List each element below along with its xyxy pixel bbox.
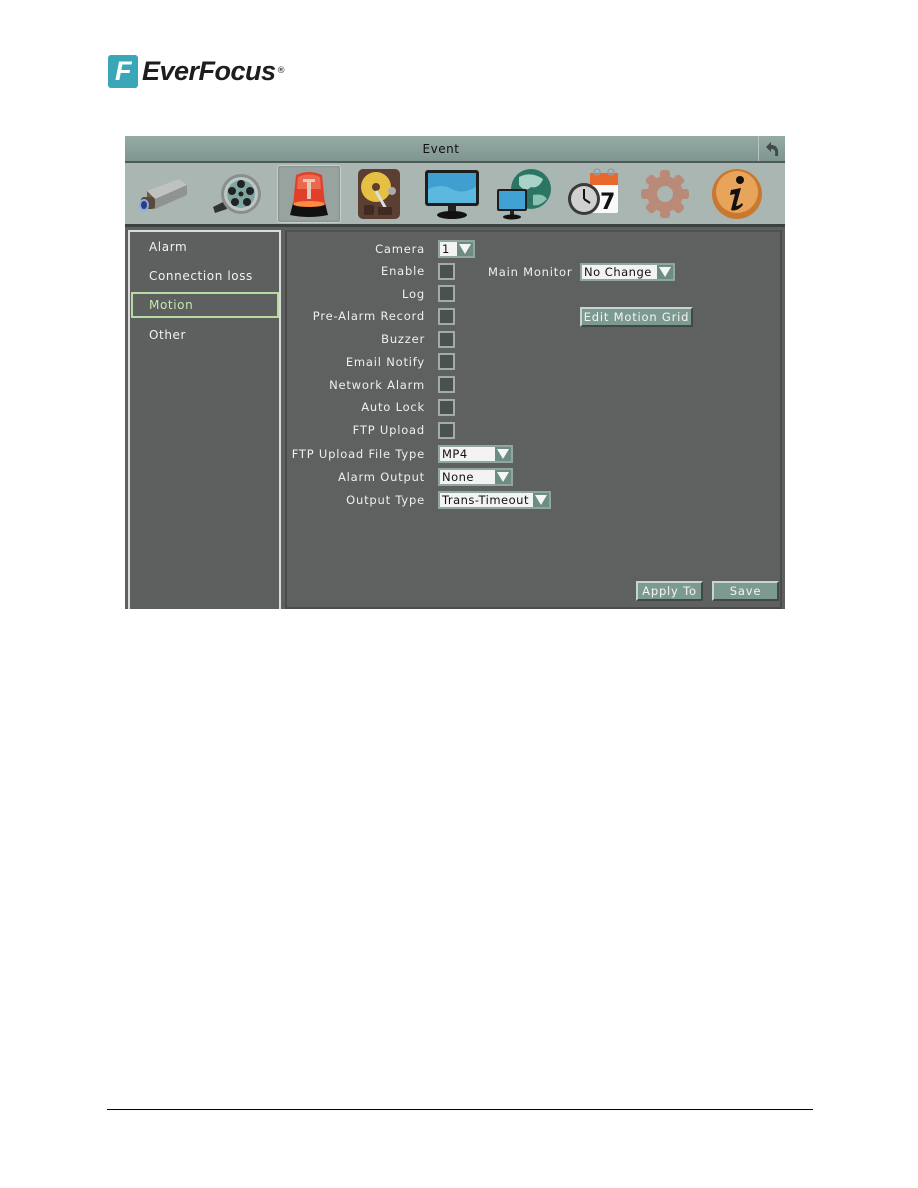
toolbar-camera[interactable] xyxy=(131,165,195,223)
auto-lock-label: Auto Lock xyxy=(361,400,425,414)
enable-label: Enable xyxy=(381,264,425,278)
main-monitor-value: No Change xyxy=(584,265,652,279)
main-monitor-label: Main Monitor xyxy=(488,265,573,279)
window-title: Event xyxy=(422,142,460,156)
chevron-down-icon xyxy=(533,493,549,507)
ftp-upload-label: FTP Upload xyxy=(352,423,425,437)
network-alarm-label: Network Alarm xyxy=(329,378,425,392)
alarm-output-select[interactable]: None xyxy=(438,468,513,486)
ftp-upload-file-type-select[interactable]: MP4 xyxy=(438,445,513,463)
toolbar-disk[interactable] xyxy=(347,165,411,223)
svg-text:7: 7 xyxy=(600,190,615,215)
email-notify-checkbox[interactable] xyxy=(438,353,455,370)
toolbar-display[interactable] xyxy=(420,165,484,223)
chevron-down-icon xyxy=(495,470,511,484)
sidebar-item-motion[interactable]: Motion xyxy=(131,292,279,318)
dvr-event-window: Event 7 Alarm Connection loss Motion Oth… xyxy=(125,136,785,609)
motion-settings-panel: Camera 1 Enable Main Monitor No Change L… xyxy=(285,230,782,609)
chevron-down-icon xyxy=(495,447,511,461)
output-type-value: Trans-Timeout xyxy=(442,493,529,507)
apply-to-button[interactable]: Apply To xyxy=(636,581,703,601)
hard-disk-icon xyxy=(358,169,400,219)
page-footer-rule xyxy=(107,1109,813,1110)
toolbar-network[interactable] xyxy=(491,165,555,223)
network-alarm-checkbox[interactable] xyxy=(438,376,455,393)
alarm-siren-icon xyxy=(290,172,328,217)
chevron-down-icon xyxy=(657,265,673,279)
logo-text: EverFocus xyxy=(142,55,276,86)
save-button[interactable]: Save xyxy=(712,581,779,601)
menu-icon-bar: 7 xyxy=(125,163,785,227)
buzzer-label: Buzzer xyxy=(381,332,425,346)
title-bar: Event xyxy=(125,136,785,163)
camera-value: 1 xyxy=(442,242,450,256)
film-reel-icon xyxy=(213,174,261,214)
auto-lock-checkbox[interactable] xyxy=(438,399,455,416)
sidebar-item-alarm[interactable]: Alarm xyxy=(131,234,279,260)
pre-alarm-record-checkbox[interactable] xyxy=(438,308,455,325)
alarm-output-value: None xyxy=(442,470,475,484)
camera-label: Camera xyxy=(375,242,425,256)
output-type-select[interactable]: Trans-Timeout xyxy=(438,491,551,509)
toolbar-event[interactable] xyxy=(277,165,341,223)
back-arrow-icon xyxy=(766,141,779,156)
ftp-upload-checkbox[interactable] xyxy=(438,422,455,439)
sidebar-item-connection-loss[interactable]: Connection loss xyxy=(131,263,279,289)
toolbar-info[interactable] xyxy=(705,165,769,223)
output-type-label: Output Type xyxy=(346,493,425,507)
alarm-output-label: Alarm Output xyxy=(337,470,425,484)
event-sidebar: Alarm Connection loss Motion Other xyxy=(128,230,281,609)
clock-calendar-icon: 7 xyxy=(568,168,618,215)
registered-mark: ® xyxy=(276,66,286,76)
sidebar-item-other[interactable]: Other xyxy=(131,322,279,348)
toolbar-record[interactable] xyxy=(205,165,269,223)
toolbar-system[interactable] xyxy=(633,165,697,223)
main-monitor-select[interactable]: No Change xyxy=(580,263,675,281)
log-checkbox[interactable] xyxy=(438,285,455,302)
back-button[interactable] xyxy=(758,136,785,161)
toolbar-schedule[interactable]: 7 xyxy=(562,165,626,223)
monitor-icon xyxy=(425,170,479,219)
everfocus-logo: F EverFocus ® xyxy=(108,53,286,89)
logo-mark-icon: F xyxy=(108,54,138,88)
chevron-down-icon xyxy=(457,242,473,256)
log-label: Log xyxy=(402,287,425,301)
info-icon xyxy=(712,169,762,219)
email-notify-label: Email Notify xyxy=(345,355,425,369)
camera-select[interactable]: 1 xyxy=(438,240,475,258)
network-globe-icon xyxy=(497,169,551,220)
enable-checkbox[interactable] xyxy=(438,263,455,280)
camera-icon xyxy=(139,179,187,211)
edit-motion-grid-button[interactable]: Edit Motion Grid xyxy=(580,307,693,327)
ftp-upload-file-type-label: FTP Upload File Type xyxy=(291,447,425,461)
buzzer-checkbox[interactable] xyxy=(438,331,455,348)
gear-icon xyxy=(641,170,689,218)
pre-alarm-record-label: Pre-Alarm Record xyxy=(312,309,425,323)
ftp-upload-file-type-value: MP4 xyxy=(442,447,468,461)
